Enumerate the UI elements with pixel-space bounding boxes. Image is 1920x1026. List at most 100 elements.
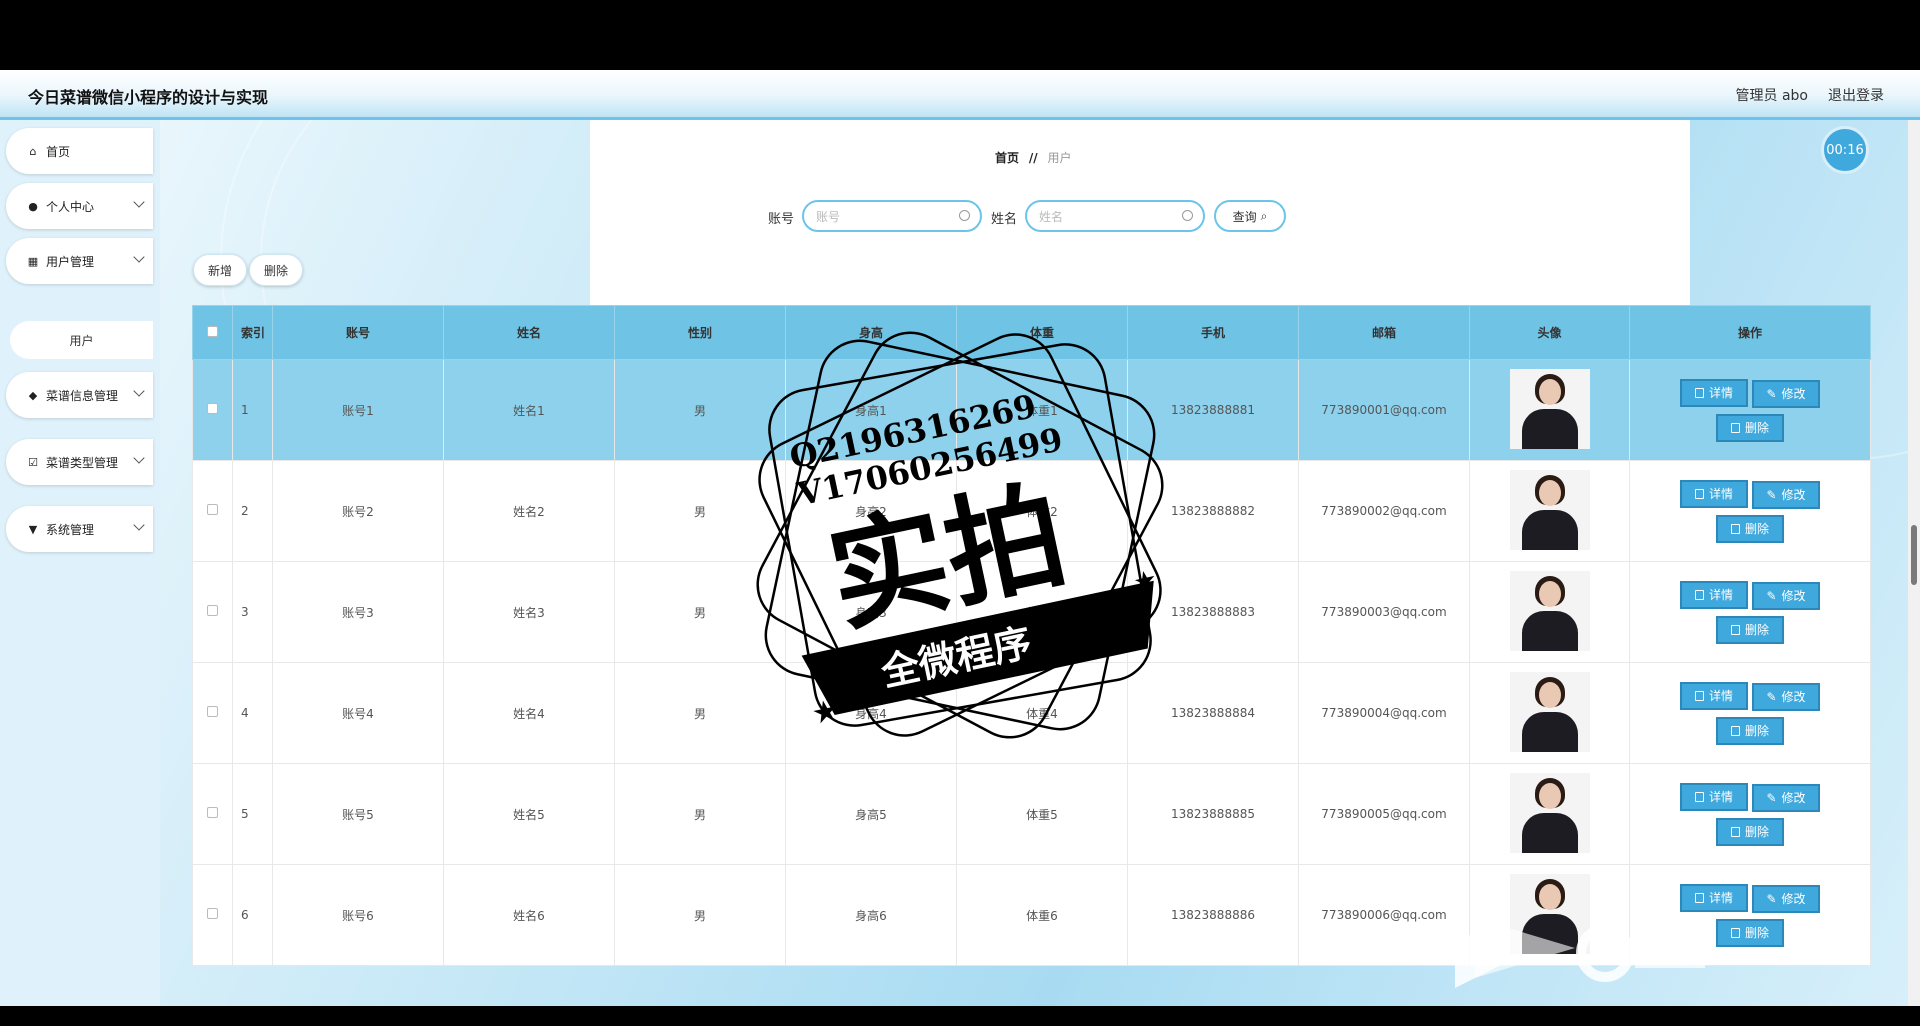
delete-button[interactable]: 删除 — [1716, 918, 1784, 947]
delete-label: 删除 — [1744, 724, 1769, 738]
detail-button[interactable]: 详情 — [1680, 378, 1748, 407]
row-avatar-cell — [1469, 359, 1630, 461]
row-weight: 体重5 — [956, 763, 1128, 865]
row-height: 身高3 — [785, 561, 957, 663]
row-avatar-cell — [1469, 662, 1630, 764]
row-height: 身高5 — [785, 763, 957, 865]
account-search-input[interactable]: 账号 — [802, 200, 982, 232]
pencil-icon: ✎ — [1766, 891, 1777, 906]
row-gender: 男 — [614, 763, 786, 865]
chevron-down-icon — [133, 251, 145, 263]
edit-label: 修改 — [1781, 387, 1806, 401]
delete-button[interactable]: 删除 — [1716, 817, 1784, 846]
delete-button[interactable]: 删除 — [1716, 615, 1784, 644]
sidebar-item-personal-center[interactable]: ● 个人中心 — [6, 183, 153, 229]
row-checkbox[interactable] — [192, 460, 233, 562]
sidebar-item-label: 菜谱类型管理 — [46, 455, 119, 470]
row-name: 姓名2 — [443, 460, 615, 562]
edit-button[interactable]: ✎ 修改 — [1752, 379, 1820, 408]
sidebar-subitem-label: 用户 — [69, 333, 94, 348]
delete-button[interactable]: 删除 — [1716, 716, 1784, 745]
row-email: 773890002@qq.com — [1298, 460, 1470, 562]
select-all-checkbox[interactable] — [192, 305, 233, 360]
pencil-icon: ✎ — [1766, 588, 1777, 603]
home-icon: ⌂ — [29, 144, 37, 158]
edit-label: 修改 — [1781, 690, 1806, 704]
name-search-input[interactable]: 姓名 — [1025, 200, 1205, 232]
avatar — [1509, 368, 1590, 449]
breadcrumb-current: 用户 — [1047, 151, 1072, 165]
breadcrumb-home[interactable]: 首页 — [995, 151, 1019, 165]
row-operations: 详情 ✎ 修改删除 — [1629, 460, 1871, 562]
row-weight: 体重6 — [956, 864, 1128, 966]
table-row[interactable]: 1 账号1 姓名1 男身高1 体重1 13823888881 773890001@qq.co… — [192, 359, 1871, 461]
edit-button[interactable]: ✎ 修改 — [1752, 783, 1820, 812]
row-name: 姓名6 — [443, 864, 615, 966]
logout-link[interactable]: 退出登录 — [1828, 85, 1884, 105]
edit-button[interactable]: ✎ 修改 — [1752, 884, 1820, 913]
trash-icon — [1730, 422, 1740, 433]
sidebar-subitem-users[interactable]: 用户 — [10, 321, 153, 359]
edit-button[interactable]: ✎ 修改 — [1752, 682, 1820, 711]
row-checkbox[interactable] — [192, 763, 233, 865]
row-account: 账号4 — [272, 662, 444, 764]
column-header: 手机 — [1127, 305, 1299, 360]
sidebar-item-user-management[interactable]: ▦ 用户管理 — [6, 238, 153, 284]
chevron-down-icon — [133, 519, 145, 531]
table-row[interactable]: 3 账号3 姓名3 男身高3 体重3 13823888883 773890003@qq.co… — [192, 561, 1871, 663]
search-icon: ⌕ — [1260, 208, 1268, 223]
detail-button[interactable]: 详情 — [1680, 782, 1748, 811]
table-row[interactable]: 2 账号2 姓名2 男身高2 体重2 13823888882 773890002@qq.co… — [192, 460, 1871, 562]
bulk-delete-button[interactable]: 删除 — [249, 254, 303, 286]
document-icon — [1694, 892, 1704, 903]
edit-button[interactable]: ✎ 修改 — [1752, 581, 1820, 610]
edit-label: 修改 — [1781, 791, 1806, 805]
row-phone: 13823888884 — [1127, 662, 1299, 764]
detail-button[interactable]: 详情 — [1680, 681, 1748, 710]
detail-label: 详情 — [1708, 588, 1733, 602]
sidebar-item-system[interactable]: ▼ 系统管理 — [6, 506, 153, 552]
row-operations: 详情 ✎ 修改删除 — [1629, 359, 1871, 461]
breadcrumb-separator: // — [1028, 151, 1038, 165]
scrollbar-thumb[interactable] — [1911, 525, 1917, 585]
app-header: 今日菜谱微信小程序的设计与实现 管理员 abo 退出登录 — [0, 70, 1920, 120]
query-button[interactable]: 查询 ⌕ — [1214, 200, 1286, 232]
sidebar-item-label: 用户管理 — [46, 254, 95, 269]
avatar — [1509, 469, 1590, 550]
table-row[interactable]: 5 账号5 姓名5 男身高5 体重5 13823888885 773890005@qq.co… — [192, 763, 1871, 865]
delete-button[interactable]: 删除 — [1716, 413, 1784, 442]
row-checkbox[interactable] — [192, 864, 233, 966]
sidebar-item-recipe-info[interactable]: ◆ 菜谱信息管理 — [6, 372, 153, 418]
detail-label: 详情 — [1708, 790, 1733, 804]
sidebar-item-home[interactable]: ⌂ 首页 — [6, 128, 153, 174]
row-checkbox[interactable] — [192, 359, 233, 461]
column-header: 索引 — [232, 305, 273, 360]
column-header: 账号 — [272, 305, 444, 360]
row-operations: 详情 ✎ 修改删除 — [1629, 763, 1871, 865]
page-scrollbar[interactable] — [1908, 120, 1920, 1006]
trash-icon — [1730, 927, 1740, 938]
row-avatar-cell — [1469, 763, 1630, 865]
row-height: 身高4 — [785, 662, 957, 764]
add-button[interactable]: 新增 — [193, 254, 247, 286]
sidebar: ⌂ 首页 ● 个人中心 ▦ 用户管理 用户 ◆ 菜谱信息管理 ☑ 菜谱类型管理 … — [0, 120, 160, 1006]
table-row[interactable]: 4 账号4 姓名4 男身高4 体重4 13823888884 773890004@qq.co… — [192, 662, 1871, 764]
delete-button[interactable]: 删除 — [1716, 514, 1784, 543]
edit-button[interactable]: ✎ 修改 — [1752, 480, 1820, 509]
row-index: 5 — [232, 763, 273, 865]
table-row[interactable]: 6 账号6 姓名6 男身高6 体重6 13823888886 773890006@qq.co… — [192, 864, 1871, 966]
column-header: 头像 — [1469, 305, 1630, 360]
detail-button[interactable]: 详情 — [1680, 580, 1748, 609]
pencil-icon: ✎ — [1766, 386, 1777, 401]
black-letterbox-top — [0, 0, 1920, 70]
row-email: 773890006@qq.com — [1298, 864, 1470, 966]
detail-button[interactable]: 详情 — [1680, 883, 1748, 912]
row-checkbox[interactable] — [192, 662, 233, 764]
user-icon: ● — [28, 199, 38, 213]
sidebar-item-recipe-type[interactable]: ☑ 菜谱类型管理 — [6, 439, 153, 485]
detail-button[interactable]: 详情 — [1680, 479, 1748, 508]
row-gender: 男 — [614, 662, 786, 764]
column-header: 体重 — [956, 305, 1128, 360]
chevron-down-icon — [133, 196, 145, 208]
row-checkbox[interactable] — [192, 561, 233, 663]
